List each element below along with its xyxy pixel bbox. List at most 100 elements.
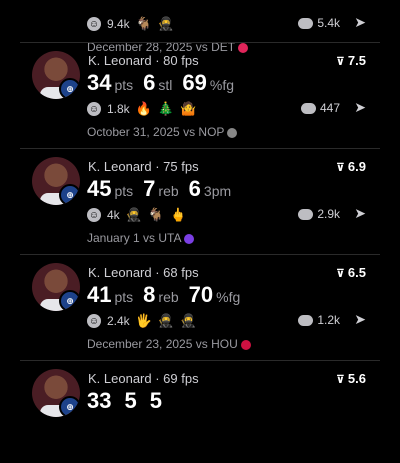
- stat-unit: reb: [158, 289, 179, 305]
- reactions-row[interactable]: ☺ 2.4k 🖐 🥷 🥷: [87, 313, 196, 329]
- fps-value: 80 fps: [163, 53, 199, 68]
- fps-value: 75 fps: [163, 159, 199, 174]
- post-card[interactable]: ⊕ K. Leonard · 75 fps ⊽ 6.9 45 pts 7 reb 6 3pm ☺ 4k…: [20, 148, 380, 251]
- stat-item: 5: [150, 388, 165, 413]
- post-card[interactable]: ⊕ K. Leonard · 68 fps ⊽ 6.5 41 pts 8 reb 70 %fg ☺ 2…: [20, 254, 380, 357]
- stat-number: 45: [87, 176, 112, 201]
- fps-value: 69 fps: [163, 371, 199, 386]
- arrow-icon: ⊽: [335, 268, 345, 280]
- comments-button[interactable]: 447: [300, 101, 340, 115]
- comments-count: 2.9k: [317, 207, 340, 221]
- send-icon[interactable]: ➤: [354, 14, 366, 31]
- player-line[interactable]: K. Leonard · 80 fps: [88, 53, 199, 68]
- player-name[interactable]: K. Leonard: [88, 371, 152, 386]
- reaction-emoji[interactable]: 🖕: [170, 207, 186, 223]
- smiley-icon[interactable]: ☺: [87, 314, 101, 328]
- reactions-count: 2.4k: [107, 314, 130, 328]
- smiley-icon[interactable]: ☺: [87, 208, 101, 222]
- player-line[interactable]: K. Leonard · 75 fps: [88, 159, 199, 174]
- send-icon[interactable]: ➤: [354, 205, 366, 222]
- comments-button[interactable]: 2.9k: [298, 207, 340, 221]
- player-avatar[interactable]: ⊕: [32, 157, 80, 205]
- stat-number: 69: [182, 70, 207, 95]
- reaction-emoji[interactable]: 🥷: [158, 313, 174, 329]
- stat-unit: stl: [158, 77, 173, 93]
- stat-item: 70 %fg: [189, 282, 241, 307]
- date-text: January 1 vs UTA: [87, 231, 182, 245]
- opponent-logo-icon: [240, 339, 251, 350]
- stat-number: 70: [188, 282, 214, 307]
- reactions-row[interactable]: ☺ 4k 🥷 🐐 🖕: [87, 207, 186, 223]
- stat-number: 34: [87, 70, 112, 95]
- stat-line: 41 pts 8 reb 70 %fg: [87, 281, 250, 312]
- team-badge-icon: ⊕: [59, 78, 80, 99]
- stat-number: 5: [149, 388, 162, 413]
- reaction-emoji[interactable]: 🥷: [180, 313, 196, 329]
- score-badge: ⊽ 5.6: [336, 371, 366, 386]
- reactions-count: 1.8k: [107, 102, 130, 116]
- reaction-emoji[interactable]: 🖐: [136, 313, 152, 329]
- player-avatar[interactable]: ⊕: [32, 369, 80, 417]
- stat-line: 34 pts 6 stl 69 %fg: [87, 69, 244, 100]
- arrow-icon: ⊽: [335, 374, 345, 386]
- stat-number: 33: [87, 388, 112, 413]
- opponent-logo-icon: [227, 127, 238, 138]
- stat-number: 7: [143, 176, 156, 201]
- post-card[interactable]: ⊕ K. Leonard · 80 fps ⊽ 7.5 34 pts 6 stl 69 %fg ☺ 1…: [20, 42, 380, 145]
- send-icon[interactable]: ➤: [354, 99, 366, 116]
- comments-count: 1.2k: [317, 313, 340, 327]
- game-date: December 23, 2025 vs HOU: [87, 337, 251, 351]
- comments-button[interactable]: 5.4k: [298, 16, 340, 30]
- stat-item: 6 stl: [143, 70, 173, 95]
- stat-unit: %fg: [209, 77, 235, 93]
- opponent-logo-icon: [184, 233, 195, 244]
- reactions-count: 4k: [107, 208, 120, 222]
- player-avatar[interactable]: ⊕: [32, 263, 80, 311]
- stat-item: 7 reb: [143, 176, 178, 201]
- comments-button[interactable]: 1.2k: [298, 313, 340, 327]
- stat-item: 69 %fg: [182, 70, 235, 95]
- score-badge: ⊽ 6.9: [336, 159, 366, 174]
- reaction-emoji[interactable]: 🥷: [126, 207, 142, 223]
- comment-bubble-icon: [298, 314, 314, 326]
- stat-item: 6 3pm: [189, 176, 232, 201]
- comment-bubble-icon: [298, 17, 314, 29]
- reactions-row[interactable]: ☺ 9.4k 🐐 🥷: [87, 16, 174, 32]
- player-line[interactable]: K. Leonard · 68 fps: [88, 265, 199, 280]
- arrow-icon: ⊽: [335, 56, 345, 68]
- score-value: 6.9: [347, 159, 366, 174]
- arrow-icon: ⊽: [335, 162, 345, 174]
- score-badge: ⊽ 6.5: [336, 265, 366, 280]
- reactions-row[interactable]: ☺ 1.8k 🔥 🎄 🤷: [87, 101, 196, 117]
- team-badge-icon: ⊕: [59, 290, 80, 311]
- send-icon[interactable]: ➤: [354, 311, 366, 328]
- player-name[interactable]: K. Leonard: [88, 159, 152, 174]
- player-line[interactable]: K. Leonard · 69 fps: [88, 371, 199, 386]
- reaction-emoji[interactable]: 🐐: [148, 207, 164, 223]
- stat-item: 5: [124, 388, 139, 413]
- player-avatar[interactable]: ⊕: [32, 51, 80, 99]
- stat-item: 33: [87, 388, 114, 413]
- player-name[interactable]: K. Leonard: [88, 265, 152, 280]
- stat-unit: pts: [114, 183, 134, 199]
- comment-bubble-icon: [300, 102, 316, 114]
- player-name[interactable]: K. Leonard: [88, 53, 152, 68]
- reaction-emoji[interactable]: 🐐: [136, 16, 152, 32]
- post-card[interactable]: ⊕ K. Leonard · 69 fps ⊽ 5.6 33 5 5: [20, 360, 380, 463]
- reaction-emoji[interactable]: 🎄: [158, 101, 174, 117]
- reaction-emoji[interactable]: 🔥: [136, 101, 152, 117]
- reaction-emoji[interactable]: 🥷: [158, 16, 174, 32]
- reaction-emoji[interactable]: 🤷: [180, 101, 196, 117]
- stat-item: 8 reb: [143, 282, 179, 307]
- stat-unit: 3pm: [203, 183, 232, 199]
- stat-number: 41: [87, 282, 112, 307]
- smiley-icon[interactable]: ☺: [87, 17, 101, 31]
- score-badge: ⊽ 7.5: [336, 53, 366, 68]
- score-value: 6.5: [347, 265, 366, 280]
- smiley-icon[interactable]: ☺: [87, 102, 101, 116]
- comments-count: 5.4k: [317, 16, 340, 30]
- separator: ·: [151, 159, 164, 174]
- stat-number: 5: [124, 388, 137, 413]
- stat-number: 6: [188, 176, 201, 201]
- reactions-count: 9.4k: [107, 17, 130, 31]
